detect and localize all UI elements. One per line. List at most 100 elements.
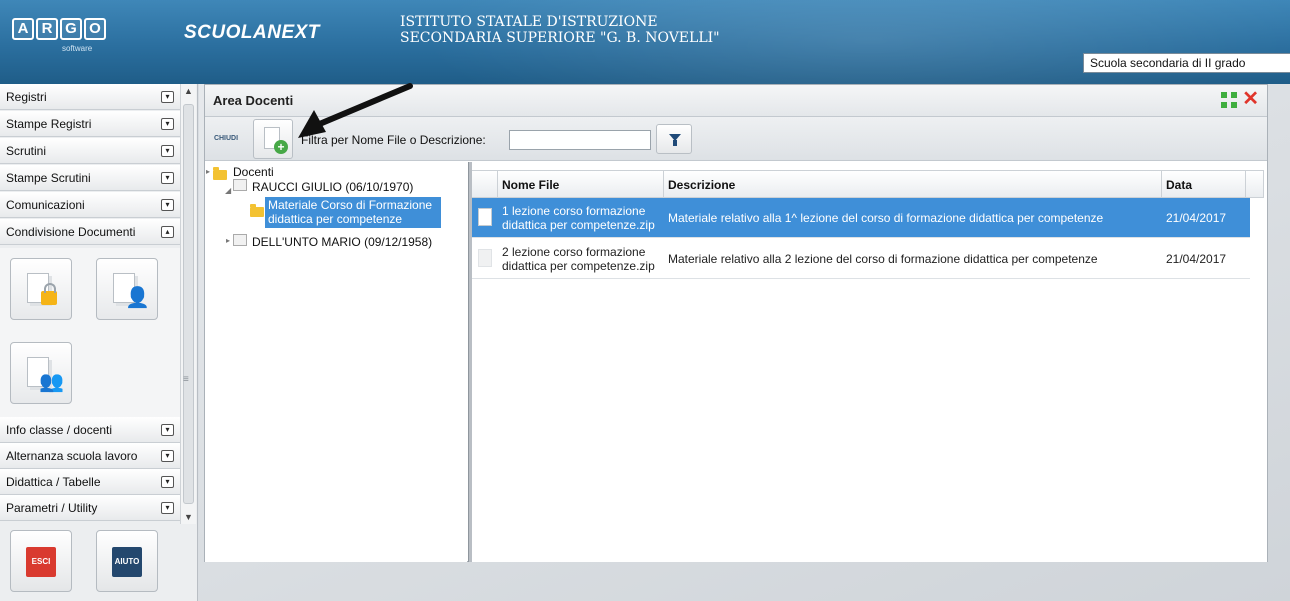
splitter-grip-icon[interactable]: ≡ [183, 374, 189, 385]
tree-node-dellunto-mario[interactable]: DELL'UNTO MARIO (09/12/1958) [252, 235, 432, 249]
scroll-up-icon[interactable]: ▲ [184, 86, 193, 96]
table-row[interactable]: 1 lezione corso formazione didattica per… [472, 198, 1250, 238]
user-icon: 👤 [125, 287, 150, 309]
tree-node-raucci-giulio[interactable]: RAUCCI GIULIO (06/10/1970) [252, 180, 413, 194]
sidebar-item-label: Scrutini [6, 144, 47, 158]
school-type-selector[interactable]: Scuola secondaria di II grado [1083, 53, 1290, 73]
folder-icon [213, 167, 227, 180]
exit-icon: ESCI [26, 547, 56, 577]
sidebar-item-label: Didattica / Tabelle [6, 475, 101, 489]
collapse-toggle-icon[interactable]: ▴ [161, 226, 174, 238]
sidebar-item-condivisione-documenti[interactable]: Condivisione Documenti ▴ [0, 219, 180, 245]
chiudi-button[interactable]: CHIUDI [209, 123, 243, 155]
cell-data: 21/04/2017 [1166, 252, 1227, 266]
cell-data: 21/04/2017 [1166, 211, 1227, 225]
cell-nome-file: 1 lezione corso formazione didattica per… [498, 198, 664, 238]
sidebar-item-label: Parametri / Utility [6, 501, 98, 515]
sidebar: Registri ▾ Stampe Registri ▾ Scrutini ▾ … [0, 84, 198, 601]
column-header-spacer [1246, 170, 1264, 198]
app-header: A R G O software SCUOLANEXT ISTITUTO STA… [0, 0, 1290, 84]
maximize-icon[interactable] [1221, 92, 1237, 108]
logo-letter: G [60, 18, 82, 40]
sidebar-item-label: Info classe / docenti [6, 423, 113, 437]
file-icon [478, 208, 492, 226]
sidebar-scrollbar[interactable]: ▲ ▼ [180, 84, 196, 524]
expand-toggle-icon[interactable]: ▾ [161, 424, 174, 436]
expand-toggle-icon[interactable]: ▾ [161, 199, 174, 211]
tree-node-docenti[interactable]: Docenti [233, 165, 274, 179]
school-name-line2: SECONDARIA SUPERIORE "G. B. NOVELLI" [400, 30, 720, 46]
tree-node-label-line2: didattica per competenze [268, 212, 403, 226]
folder-tree: ▸ Docenti ◢ RAUCCI GIULIO (06/10/1970) M… [205, 162, 467, 562]
column-header-nome-file[interactable]: Nome File [498, 170, 664, 198]
teacher-icon [233, 179, 247, 191]
private-documents-button[interactable] [10, 258, 72, 320]
area-docenti-window: Area Docenti ✕ CHIUDI + Filtra per Nome … [204, 84, 1268, 562]
condivisione-documenti-panel: 👤 👥 [0, 248, 180, 420]
files-table: Nome File Descrizione Data 1 lezione cor… [472, 162, 1267, 562]
tree-expand-arrow-icon[interactable]: ▸ [226, 236, 230, 245]
sidebar-item-scrutini[interactable]: Scrutini ▾ [0, 138, 180, 164]
product-name: SCUOLANEXT [184, 22, 320, 43]
cell-nome-file: 2 lezione corso formazione didattica per… [498, 239, 664, 279]
file-name-line1: 1 lezione corso formazione [502, 204, 646, 218]
expand-toggle-icon[interactable]: ▾ [161, 450, 174, 462]
sidebar-item-stampe-registri[interactable]: Stampe Registri ▾ [0, 111, 180, 137]
table-row[interactable]: 2 lezione corso formazione didattica per… [472, 239, 1250, 279]
argo-logo: A R G O [12, 18, 106, 40]
column-header-icon [472, 170, 498, 198]
logo-letter: O [84, 18, 106, 40]
sidebar-item-parametri[interactable]: Parametri / Utility ▾ [0, 495, 180, 521]
file-name-line2: didattica per competenze.zip [502, 259, 655, 273]
expand-toggle-icon[interactable]: ▾ [161, 145, 174, 157]
help-icon: AIUTO [112, 547, 142, 577]
sidebar-item-registri[interactable]: Registri ▾ [0, 84, 180, 110]
expand-toggle-icon[interactable]: ▾ [161, 502, 174, 514]
logo-subtitle: software [62, 44, 93, 53]
users-group-icon: 👥 [39, 371, 64, 393]
group-documents-button[interactable]: 👥 [10, 342, 72, 404]
logo-letter: R [36, 18, 58, 40]
logo-letter: A [12, 18, 34, 40]
filter-input[interactable] [509, 130, 651, 150]
sidebar-item-label: Stampe Registri [6, 117, 92, 131]
expand-toggle-icon[interactable]: ▾ [161, 118, 174, 130]
folder-icon [250, 204, 264, 217]
filter-funnel-icon[interactable] [656, 124, 692, 154]
sidebar-item-label: Condivisione Documenti [6, 225, 136, 239]
column-header-data[interactable]: Data [1162, 170, 1246, 198]
school-name-line1: ISTITUTO STATALE D'ISTRUZIONE [400, 14, 658, 30]
tree-collapse-arrow-icon[interactable]: ◢ [225, 186, 231, 195]
close-icon[interactable]: ✕ [1242, 89, 1259, 109]
tree-node-label-line1: Materiale Corso di Formazione [268, 198, 433, 212]
aiuto-button[interactable]: AIUTO [96, 530, 158, 592]
expand-toggle-icon[interactable]: ▾ [161, 172, 174, 184]
file-name-line1: 2 lezione corso formazione [502, 245, 646, 259]
sidebar-item-didattica[interactable]: Didattica / Tabelle ▾ [0, 469, 180, 495]
file-icon [478, 249, 492, 267]
cell-descrizione: Materiale relativo alla 2 lezione del co… [668, 252, 1098, 266]
expand-toggle-icon[interactable]: ▾ [161, 91, 174, 103]
sidebar-item-stampe-scrutini[interactable]: Stampe Scrutini ▾ [0, 165, 180, 191]
column-header-descrizione[interactable]: Descrizione [664, 170, 1162, 198]
sidebar-item-alternanza[interactable]: Alternanza scuola lavoro ▾ [0, 443, 180, 469]
scroll-down-icon[interactable]: ▼ [184, 512, 193, 522]
sidebar-item-label: Comunicazioni [6, 198, 85, 212]
expand-toggle-icon[interactable]: ▾ [161, 476, 174, 488]
tree-node-materiale-corso[interactable]: Materiale Corso di Formazione didattica … [265, 197, 441, 228]
sidebar-item-label: Registri [6, 90, 47, 104]
file-name-line2: didattica per competenze.zip [502, 218, 655, 232]
scroll-thumb[interactable] [183, 104, 194, 504]
tree-expand-arrow-icon[interactable]: ▸ [206, 167, 210, 176]
school-name: ISTITUTO STATALE D'ISTRUZIONE SECONDARIA… [400, 14, 720, 46]
teacher-documents-button[interactable]: 👤 [96, 258, 158, 320]
esci-button[interactable]: ESCI [10, 530, 72, 592]
teacher-icon [233, 234, 247, 246]
sidebar-item-label: Stampe Scrutini [6, 171, 91, 185]
annotation-arrow-icon [298, 83, 413, 138]
cell-descrizione: Materiale relativo alla 1^ lezione del c… [668, 211, 1104, 225]
sidebar-item-info-classe[interactable]: Info classe / docenti ▾ [0, 417, 180, 443]
sidebar-item-comunicazioni[interactable]: Comunicazioni ▾ [0, 192, 180, 218]
sidebar-item-label: Alternanza scuola lavoro [6, 449, 138, 463]
lock-icon [41, 283, 57, 305]
